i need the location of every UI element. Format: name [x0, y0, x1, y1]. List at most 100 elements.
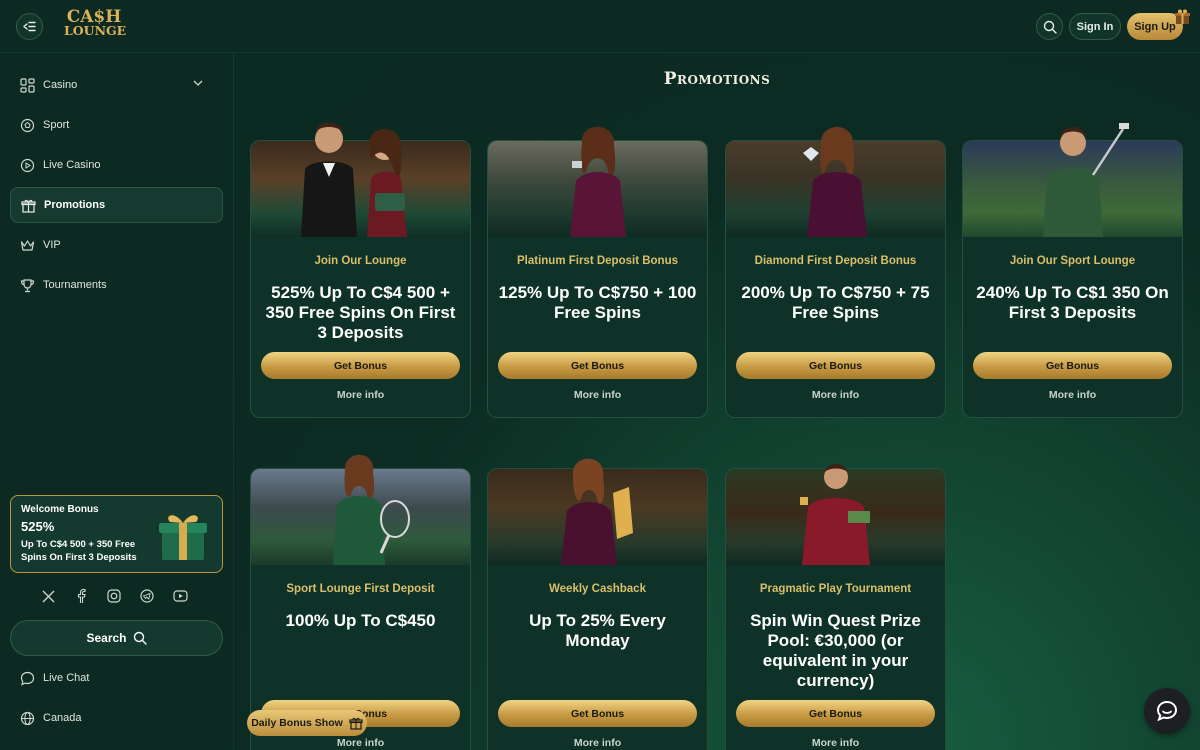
get-bonus-button[interactable]: Get Bonus [736, 352, 935, 379]
promo-subtitle: Weekly Cashback [549, 583, 646, 595]
sidebar-item-live-casino[interactable]: Live Casino [10, 147, 223, 183]
promo-image [488, 458, 707, 565]
search-icon [133, 631, 147, 645]
promo-subtitle: Platinum First Deposit Bonus [516, 255, 678, 267]
sidebar-toggle-button[interactable] [16, 13, 43, 40]
promo-image [726, 464, 945, 565]
welcome-desc: Up To C$4 500 + 350 Free Spins On First … [21, 539, 137, 563]
chat-bubble-icon [20, 671, 35, 686]
promo-image [251, 122, 470, 237]
promo-card-pragmatic-tournament[interactable]: Pragmatic Play Tournament Spin Win Quest… [725, 464, 946, 750]
promo-headline: Spin Win Quest Prize Pool: €30,000 (or e… [750, 611, 921, 690]
welcome-bonus-banner[interactable]: Welcome Bonus 525% Up To C$4 500 + 350 F… [10, 495, 223, 573]
sidebar-item-vip[interactable]: VIP [10, 227, 223, 263]
top-header: CA$H LOUNGE Sign In Sign Up [0, 0, 1200, 53]
more-info-link[interactable]: More info [726, 737, 945, 749]
gift-icon [1175, 9, 1190, 24]
gift-icon [349, 717, 363, 730]
daily-bonus-show-button[interactable]: Daily Bonus Show [247, 710, 367, 736]
youtube-icon[interactable] [172, 588, 188, 604]
promo-headline: 240% Up To C$1 350 On First 3 Deposits [976, 283, 1169, 322]
promo-subtitle: Diamond First Deposit Bonus [754, 255, 917, 267]
sign-in-button[interactable]: Sign In [1069, 13, 1121, 40]
woman-with-card-illustration [570, 126, 626, 237]
grid-icon [20, 77, 35, 93]
man-with-money-illustration [800, 464, 870, 565]
sidebar-item-tournaments[interactable]: Tournaments [10, 267, 223, 303]
logo-line1: CA$H [66, 7, 122, 27]
promo-subtitle: Join Our Sport Lounge [1009, 255, 1136, 267]
telegram-icon[interactable] [139, 588, 155, 604]
crown-icon [20, 239, 35, 251]
promo-card-platinum[interactable]: Platinum First Deposit Bonus 125% Up To … [487, 126, 708, 418]
get-bonus-button[interactable]: Get Bonus [736, 700, 935, 727]
promo-subtitle: Join Our Lounge [314, 255, 407, 267]
tennis-player-illustration [333, 454, 410, 565]
golfer-illustration [1043, 123, 1129, 237]
instagram-icon[interactable] [106, 588, 122, 604]
woman-with-diamond-illustration [803, 127, 867, 237]
support-chat-button[interactable] [1144, 688, 1190, 734]
sidebar-item-label: VIP [43, 239, 61, 251]
sidebar-item-casino[interactable]: Casino [10, 67, 223, 103]
promo-headline: 525% Up To C$4 500 + 350 Free Spins On F… [265, 283, 456, 342]
promo-subtitle: Sport Lounge First Deposit [286, 583, 435, 595]
more-info-link[interactable]: More info [488, 389, 707, 401]
sidebar-item-label: Live Casino [43, 159, 101, 171]
more-info-link[interactable]: More info [726, 389, 945, 401]
promo-image [963, 123, 1182, 237]
social-links [40, 588, 188, 604]
woman-with-gold-bar-illustration [561, 458, 633, 565]
daily-bonus-label: Daily Bonus Show [251, 717, 343, 729]
sidebar-item-label: Casino [43, 79, 78, 91]
sidebar: Casino Sport Live Casino Promotions VIP … [0, 53, 234, 750]
live-chat-label: Live Chat [43, 672, 90, 684]
gift-box-icon [159, 515, 207, 560]
sidebar-item-promotions[interactable]: Promotions [10, 187, 223, 223]
promo-card-sport-first-deposit[interactable]: Sport Lounge First Deposit 100% Up To C$… [250, 454, 471, 750]
x-twitter-icon[interactable] [40, 588, 56, 604]
facebook-icon[interactable] [73, 588, 89, 604]
promo-headline: 100% Up To C$450 [285, 611, 436, 630]
casino-couple-illustration [301, 122, 407, 237]
live-chat-link[interactable]: Live Chat [10, 660, 223, 696]
chat-icon [1156, 700, 1178, 722]
globe-icon [20, 711, 35, 725]
get-bonus-button[interactable]: Get Bonus [498, 700, 697, 727]
menu-collapse-icon [23, 21, 36, 32]
logo-line2: LOUNGE [64, 23, 127, 38]
sidebar-item-label: Tournaments [43, 279, 107, 291]
get-bonus-button[interactable]: Get Bonus [498, 352, 697, 379]
ball-icon [20, 118, 35, 132]
logo[interactable]: CA$H LOUNGE [64, 7, 127, 38]
play-icon [20, 158, 35, 172]
sidebar-search-button[interactable]: Search [10, 620, 223, 656]
sidebar-item-label: Sport [43, 119, 70, 131]
main-content: Promotions Join Our Lounge 525% Up To C$… [234, 53, 1200, 750]
promo-card-weekly-cashback[interactable]: Weekly Cashback Up To 25% Every Monday G… [487, 458, 708, 750]
get-bonus-button[interactable]: Get Bonus [973, 352, 1172, 379]
country-selector[interactable]: Canada [10, 700, 223, 736]
chevron-down-icon[interactable] [193, 80, 203, 87]
promo-headline: 125% Up To C$750 + 100 Free Spins [498, 283, 697, 322]
promo-card-sport-lounge[interactable]: Join Our Sport Lounge 240% Up To C$1 350… [962, 123, 1183, 418]
promo-subtitle: Pragmatic Play Tournament [759, 583, 912, 595]
sidebar-item-sport[interactable]: Sport [10, 107, 223, 143]
promo-headline: Up To 25% Every Monday [529, 611, 666, 650]
gift-icon [21, 199, 36, 213]
header-search-button[interactable] [1036, 13, 1063, 40]
more-info-link[interactable]: More info [251, 389, 470, 401]
promo-headline: 200% Up To C$750 + 75 Free Spins [741, 283, 930, 322]
search-label: Search [86, 631, 127, 645]
promo-image [251, 454, 470, 565]
more-info-link[interactable]: More info [251, 737, 470, 749]
more-info-link[interactable]: More info [963, 389, 1182, 401]
more-info-link[interactable]: More info [488, 737, 707, 749]
sidebar-item-label: Promotions [44, 199, 106, 211]
promo-image [488, 126, 707, 237]
promo-card-join-lounge[interactable]: Join Our Lounge 525% Up To C$4 500 + 350… [250, 122, 471, 418]
promo-card-diamond[interactable]: Diamond First Deposit Bonus 200% Up To C… [725, 127, 946, 418]
page-title: Promotions [663, 69, 771, 89]
country-label: Canada [43, 712, 82, 724]
get-bonus-button[interactable]: Get Bonus [261, 352, 460, 379]
